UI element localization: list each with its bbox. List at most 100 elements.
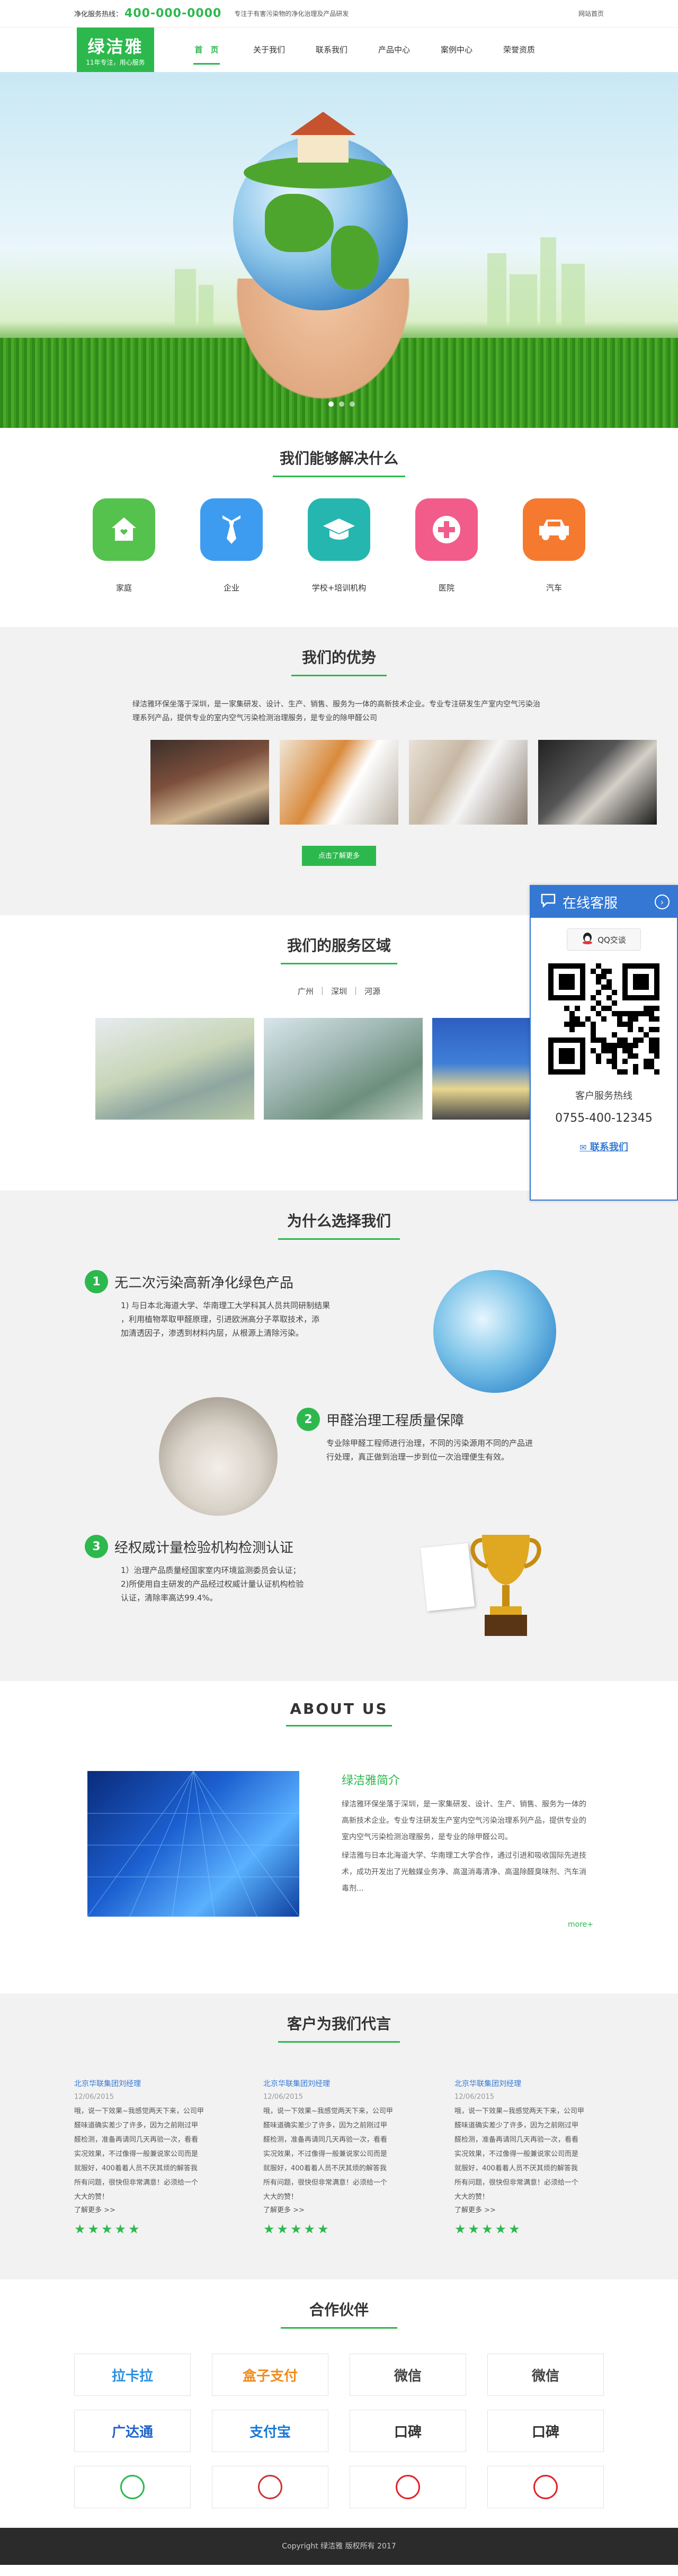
about-more-link[interactable]: more+ (568, 1920, 593, 1929)
partner-name: 口碑 (531, 2424, 559, 2440)
wechat-logo[interactable]: 微信 (487, 2354, 604, 2396)
solve-label: 医院 (438, 583, 454, 593)
rating-stars: ★★★★★ (454, 2222, 522, 2237)
wechat-logo[interactable]: 微信 (350, 2354, 466, 2396)
testimonial-date: 12/06/2015 (454, 2093, 494, 2101)
hotline-number: 0755-400-12345 (555, 1112, 653, 1125)
main-navbar: 绿洁雅 11年专注，用心服务 首 页 关于我们 联系我们 产品中心 案例中心 荣… (0, 28, 678, 72)
testimonial-more-link[interactable]: 了解更多 >> (74, 2206, 115, 2214)
hotline-label: 净化服务热线： (74, 11, 123, 19)
why-item-1: 1 无二次污染高新净化绿色产品 1) 与日本北海道大学、华南理工大学科其人员共同研… (85, 1270, 413, 1340)
about-section: ABOUT US 绿洁雅简介 绿洁雅环保坐落于深圳，是一家集研发、设计、生产、销… (0, 1681, 678, 1993)
hero-banner (0, 72, 678, 428)
trophy-image (466, 1529, 546, 1641)
top-slogan: 专注于有害污染物的净化治理及产品研发 (234, 10, 349, 17)
guangdong-association-logo[interactable] (350, 2466, 466, 2508)
home-link[interactable]: 网站首页 (578, 9, 604, 18)
rating-stars: ★★★★★ (263, 2222, 331, 2237)
advantage-text: 绿洁雅环保坐落于深圳，是一家集研发、设计、生产、销售、服务为一体的高新技术企业。… (132, 700, 540, 722)
site-logo[interactable]: 绿洁雅 11年专注，用心服务 (77, 28, 154, 72)
collapse-arrow-icon[interactable]: › (655, 895, 670, 909)
city-building (540, 237, 556, 327)
association-emblem-logo[interactable] (74, 2466, 191, 2508)
testimonial-text: 哦，说一下效果~我感觉两天下来，公司甲醛味道确实差少了许多，因为之前刚过甲醛检测… (454, 2107, 584, 2201)
contact-us-label: 联系我们 (590, 1142, 628, 1153)
alipay-logo[interactable]: 支付宝 (212, 2410, 328, 2452)
continent (265, 194, 334, 252)
house-image (290, 112, 356, 163)
qr-code-image (548, 963, 659, 1075)
home-icon (93, 498, 155, 561)
why-item-text: 行处理，真正做到治理一步到位一次治理便生有效。 (326, 1452, 510, 1462)
leaf-number-icon: 2 (297, 1408, 320, 1431)
qq-chat-button[interactable]: QQ交谈 (567, 928, 641, 951)
why-item-text: 1）治理产品质量经国家室内环境监测委员会认证； (121, 1566, 301, 1575)
continent (331, 226, 379, 289)
why-item-title: 无二次污染高新净化绿色产品 (114, 1275, 294, 1291)
qq-chat-label: QQ交谈 (597, 935, 626, 945)
koubei-logo[interactable]: 口碑 (350, 2410, 466, 2452)
nav-cases[interactable]: 案例中心 (425, 28, 488, 72)
guangdatong-logo[interactable]: 广达通 (74, 2410, 191, 2452)
city-building (175, 269, 196, 327)
solve-item-hospital[interactable]: 医院 (415, 498, 478, 593)
city-building (561, 264, 585, 327)
solve-label: 汽车 (546, 583, 562, 593)
slider-dot[interactable] (328, 401, 334, 407)
koubei-logo[interactable]: 口碑 (487, 2410, 604, 2452)
city-tab[interactable]: 广州 (298, 986, 314, 997)
emblem-icon (258, 2475, 282, 2499)
testimonial-name: 北京华联集团刘经理 (74, 2080, 141, 2088)
why-item-title: 甲醛治理工程质量保障 (326, 1412, 465, 1429)
nav-contact[interactable]: 联系我们 (300, 28, 363, 72)
service-panel-header[interactable]: 在线客服 › (531, 886, 677, 918)
nav-home[interactable]: 首 页 (175, 28, 238, 72)
photo-car-treatment (538, 740, 657, 825)
city-tab[interactable]: 河源 (364, 986, 380, 997)
lakala-logo[interactable]: 拉卡拉 (74, 2354, 191, 2396)
solve-label: 学校+培训机构 (311, 583, 367, 593)
learn-more-button[interactable]: 点击了解更多 (302, 846, 376, 866)
footer: Copyright 绿洁雅 版权所有 2017 (0, 2528, 678, 2565)
nav-honors[interactable]: 荣誉资质 (488, 28, 550, 72)
contact-us-link[interactable]: ✉ 联系我们 (531, 1140, 677, 1153)
solve-item-car[interactable]: 汽车 (523, 498, 585, 593)
photo-technician-testing (21, 740, 140, 825)
solve-item-home[interactable]: 家庭 (93, 498, 155, 593)
testimonial-more-link[interactable]: 了解更多 >> (263, 2206, 305, 2214)
nav-products[interactable]: 产品中心 (363, 28, 425, 72)
emblem-icon (120, 2475, 145, 2499)
city-tab[interactable]: 深圳 (331, 986, 347, 997)
slider-dots (328, 401, 355, 407)
testimonial-card: 北京华联集团刘经理 12/06/2015 哦，说一下效果~我感觉两天下来，公司甲… (454, 2078, 584, 2237)
emblem-icon (533, 2475, 558, 2499)
guangdong-association-logo[interactable] (487, 2466, 604, 2508)
leaf-number-icon: 3 (85, 1535, 108, 1558)
why-item-text: 1) 与日本北海道大学、华南理工大学科其人员共同研制结果 (121, 1301, 331, 1310)
chat-bubble-icon (540, 893, 556, 911)
nav-about[interactable]: 关于我们 (238, 28, 300, 72)
why-item-text: 2)所使用自主研发的产品经过权威计量认证机构检验 (121, 1579, 304, 1589)
testimonial-more-link[interactable]: 了解更多 >> (454, 2206, 496, 2214)
qq-penguin-icon (582, 932, 593, 947)
photo-residential-complex (95, 1018, 254, 1120)
main-nav: 首 页 关于我们 联系我们 产品中心 案例中心 荣誉资质 (175, 28, 550, 72)
solve-item-company[interactable]: 企业 (200, 498, 263, 593)
testimonial-date: 12/06/2015 (263, 2093, 303, 2101)
advantage-section: 我们的优势 绿洁雅环保坐落于深圳，是一家集研发、设计、生产、销售、服务为一体的高… (0, 627, 678, 915)
hezi-pay-logo[interactable]: 盒子支付 (212, 2354, 328, 2396)
why-item-text: 加清透因子，渗透到材料内层，从根源上清除污染。 (121, 1328, 304, 1338)
partner-name: 广达通 (111, 2424, 153, 2440)
slider-dot[interactable] (350, 401, 355, 407)
solve-item-school[interactable]: 学校+培训机构 (308, 498, 370, 593)
partner-logos: 拉卡拉 盒子支付 微信 微信 广达通 支付宝 口碑 口碑 (74, 2354, 604, 2508)
about-heading: 绿洁雅简介 (342, 1774, 400, 1787)
solve-title: 我们能够解决什么 (0, 428, 678, 477)
photo-room-cleaning (409, 740, 528, 825)
testimonial-date: 12/06/2015 (74, 2093, 114, 2101)
solve-label: 企业 (223, 583, 239, 593)
association-emblem-logo[interactable] (212, 2466, 328, 2508)
testimonial-name: 北京华联集团刘经理 (263, 2080, 330, 2088)
testimonial-name: 北京华联集团刘经理 (454, 2080, 521, 2088)
slider-dot[interactable] (339, 401, 344, 407)
